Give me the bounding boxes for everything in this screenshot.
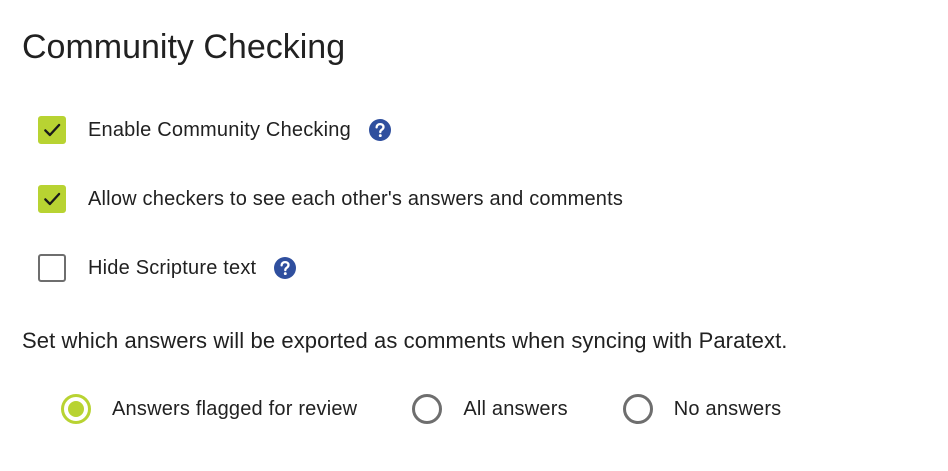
see-answers-label[interactable]: Allow checkers to see each other's answe… [88,184,623,214]
see-answers-row[interactable]: Allow checkers to see each other's answe… [38,184,623,214]
radio-unselected-icon[interactable] [411,393,443,425]
radio-label-all[interactable]: All answers [463,394,567,424]
enable-community-checking-label[interactable]: Enable Community Checking [88,115,351,145]
hide-scripture-text-checkbox[interactable] [38,254,66,282]
help-icon[interactable] [273,256,297,280]
page-title: Community Checking [22,28,346,66]
export-answers-radio-group: Answers flagged for review All answers N… [60,393,781,425]
export-description: Set which answers will be exported as co… [22,328,788,353]
help-icon[interactable] [368,118,392,142]
see-answers-checkbox[interactable] [38,185,66,213]
enable-community-checking-row[interactable]: Enable Community Checking [38,115,392,145]
radio-label-none[interactable]: No answers [674,394,782,424]
radio-label-flagged[interactable]: Answers flagged for review [112,394,357,424]
enable-community-checking-checkbox[interactable] [38,116,66,144]
hide-scripture-text-row[interactable]: Hide Scripture text [38,253,297,283]
radio-selected-icon[interactable] [60,393,92,425]
checkmark-icon [44,192,61,206]
radio-unselected-icon[interactable] [622,393,654,425]
radio-option-flagged[interactable]: Answers flagged for review [60,393,357,425]
hide-scripture-text-label[interactable]: Hide Scripture text [88,253,256,283]
checkmark-icon [44,123,61,137]
radio-option-all[interactable]: All answers [411,393,568,425]
radio-option-none[interactable]: No answers [622,393,782,425]
